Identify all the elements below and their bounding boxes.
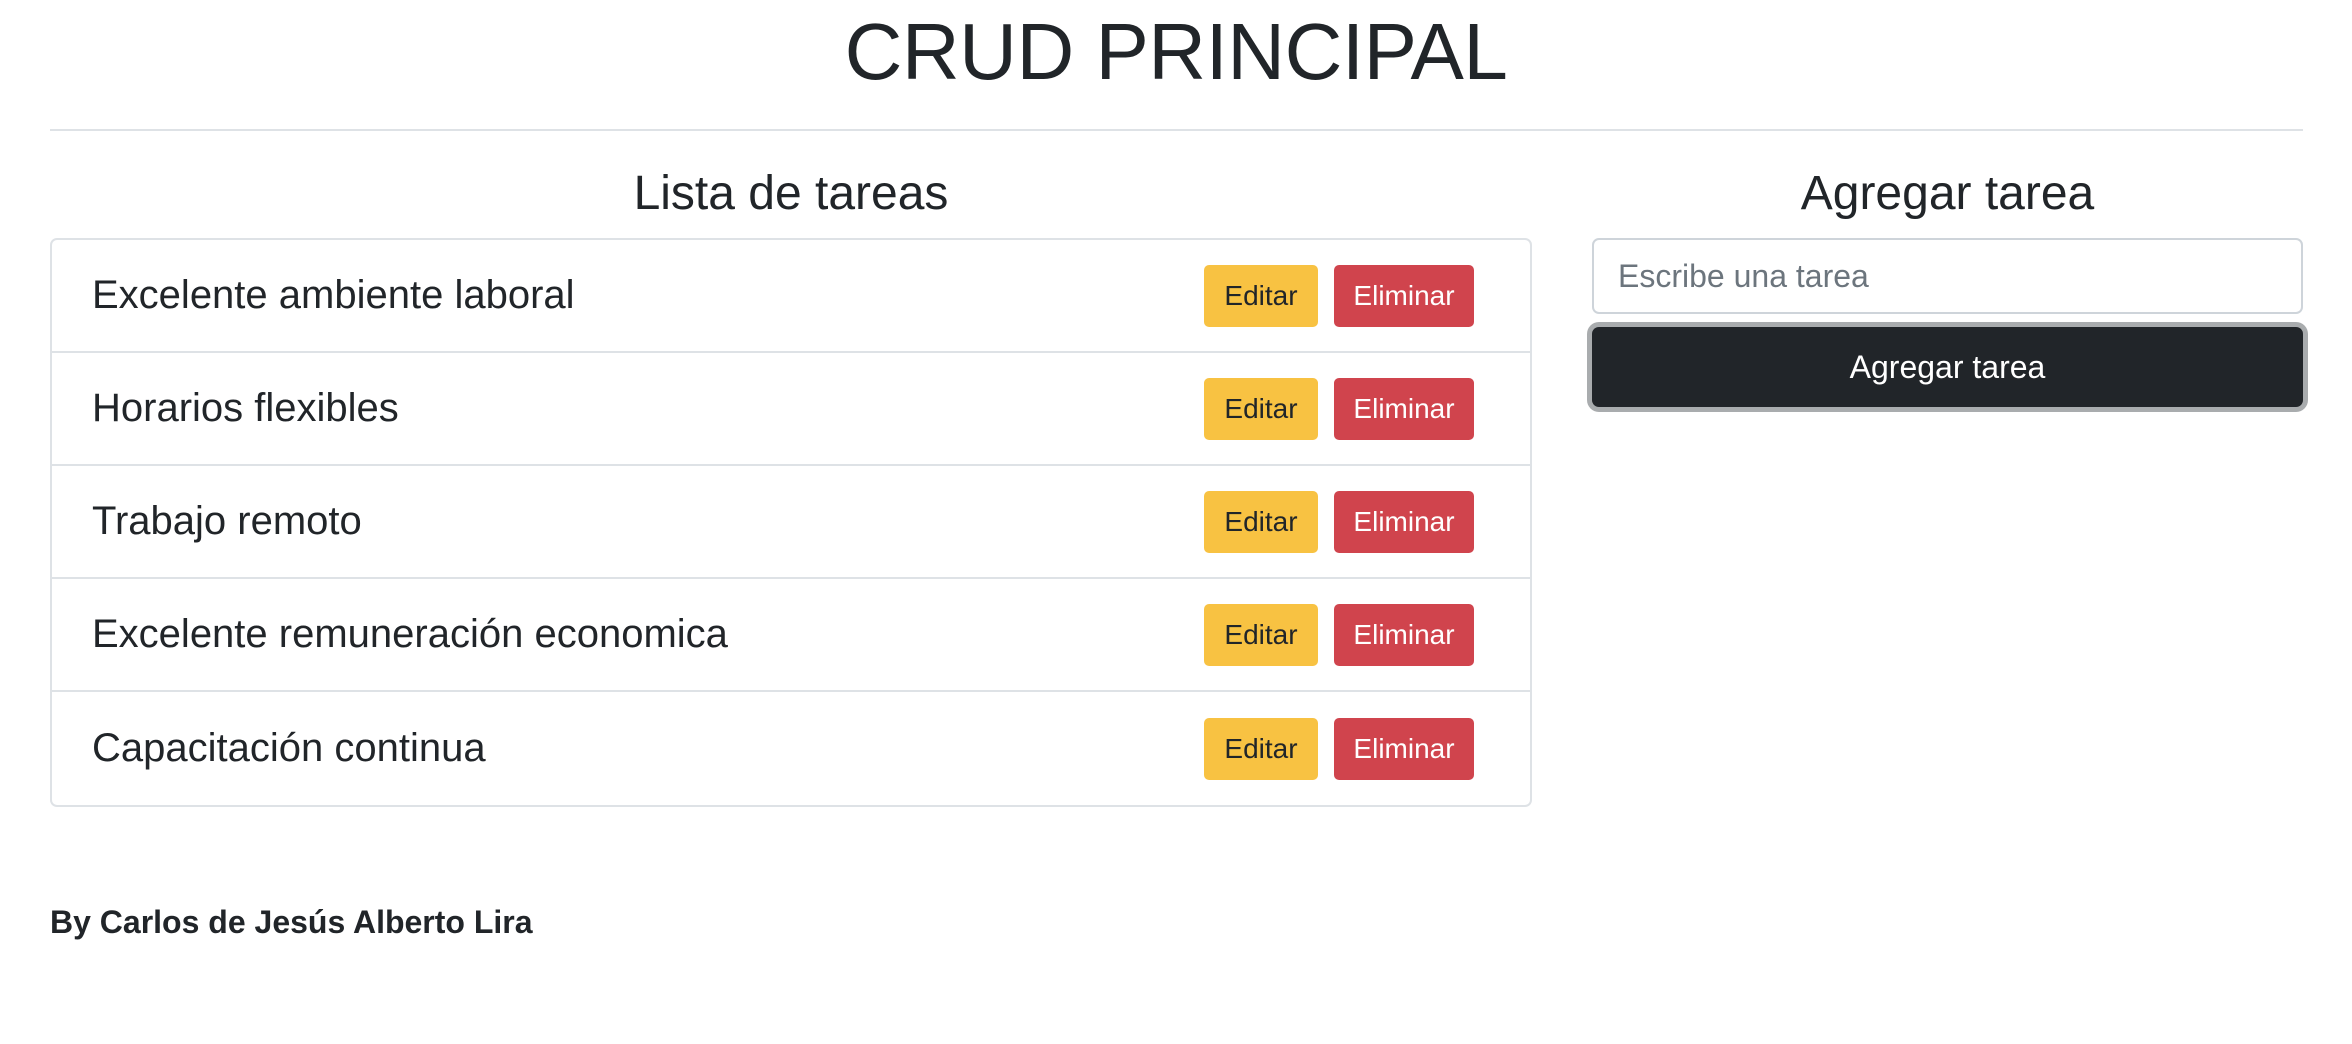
delete-button[interactable]: Eliminar [1334,264,1474,327]
delete-button[interactable]: Eliminar [1334,490,1474,553]
task-text: Trabajo remoto [92,499,362,543]
task-input[interactable] [1592,238,2303,314]
edit-button[interactable]: Editar [1204,264,1318,327]
task-text: Excelente remuneración economica [92,612,728,656]
page: CRUD PRINCIPAL Lista de tareas Excelente… [0,0,2352,1044]
delete-button[interactable]: Eliminar [1334,603,1474,666]
page-title: CRUD PRINCIPAL [844,7,1508,96]
edit-button[interactable]: Editar [1204,490,1318,553]
task-row: Excelente remuneración economica Editar … [52,579,1530,692]
add-task-section: Agregar tarea Agregar tarea [1592,150,2303,407]
task-row: Horarios flexibles Editar Eliminar [52,353,1530,466]
task-list-title: Lista de tareas [633,167,949,220]
header-divider [50,129,2303,131]
task-row: Excelente ambiente laboral Editar Elimin… [52,240,1530,353]
edit-button[interactable]: Editar [1204,377,1318,440]
add-task-button[interactable]: Agregar tarea [1592,327,2303,407]
delete-button[interactable]: Eliminar [1334,377,1474,440]
task-list-section: Lista de tareas Excelente ambiente labor… [50,150,1532,807]
delete-button[interactable]: Eliminar [1334,717,1474,780]
edit-button[interactable]: Editar [1204,717,1318,780]
task-text: Horarios flexibles [92,386,399,430]
task-text: Capacitación continua [92,726,486,770]
add-task-title: Agregar tarea [1800,167,2095,220]
footer-credit: By Carlos de Jesús Alberto Lira [50,904,533,940]
task-row: Capacitación continua Editar Eliminar [52,692,1530,805]
task-list: Excelente ambiente laboral Editar Elimin… [50,238,1532,807]
task-text: Excelente ambiente laboral [92,273,575,317]
task-row: Trabajo remoto Editar Eliminar [52,466,1530,579]
edit-button[interactable]: Editar [1204,603,1318,666]
